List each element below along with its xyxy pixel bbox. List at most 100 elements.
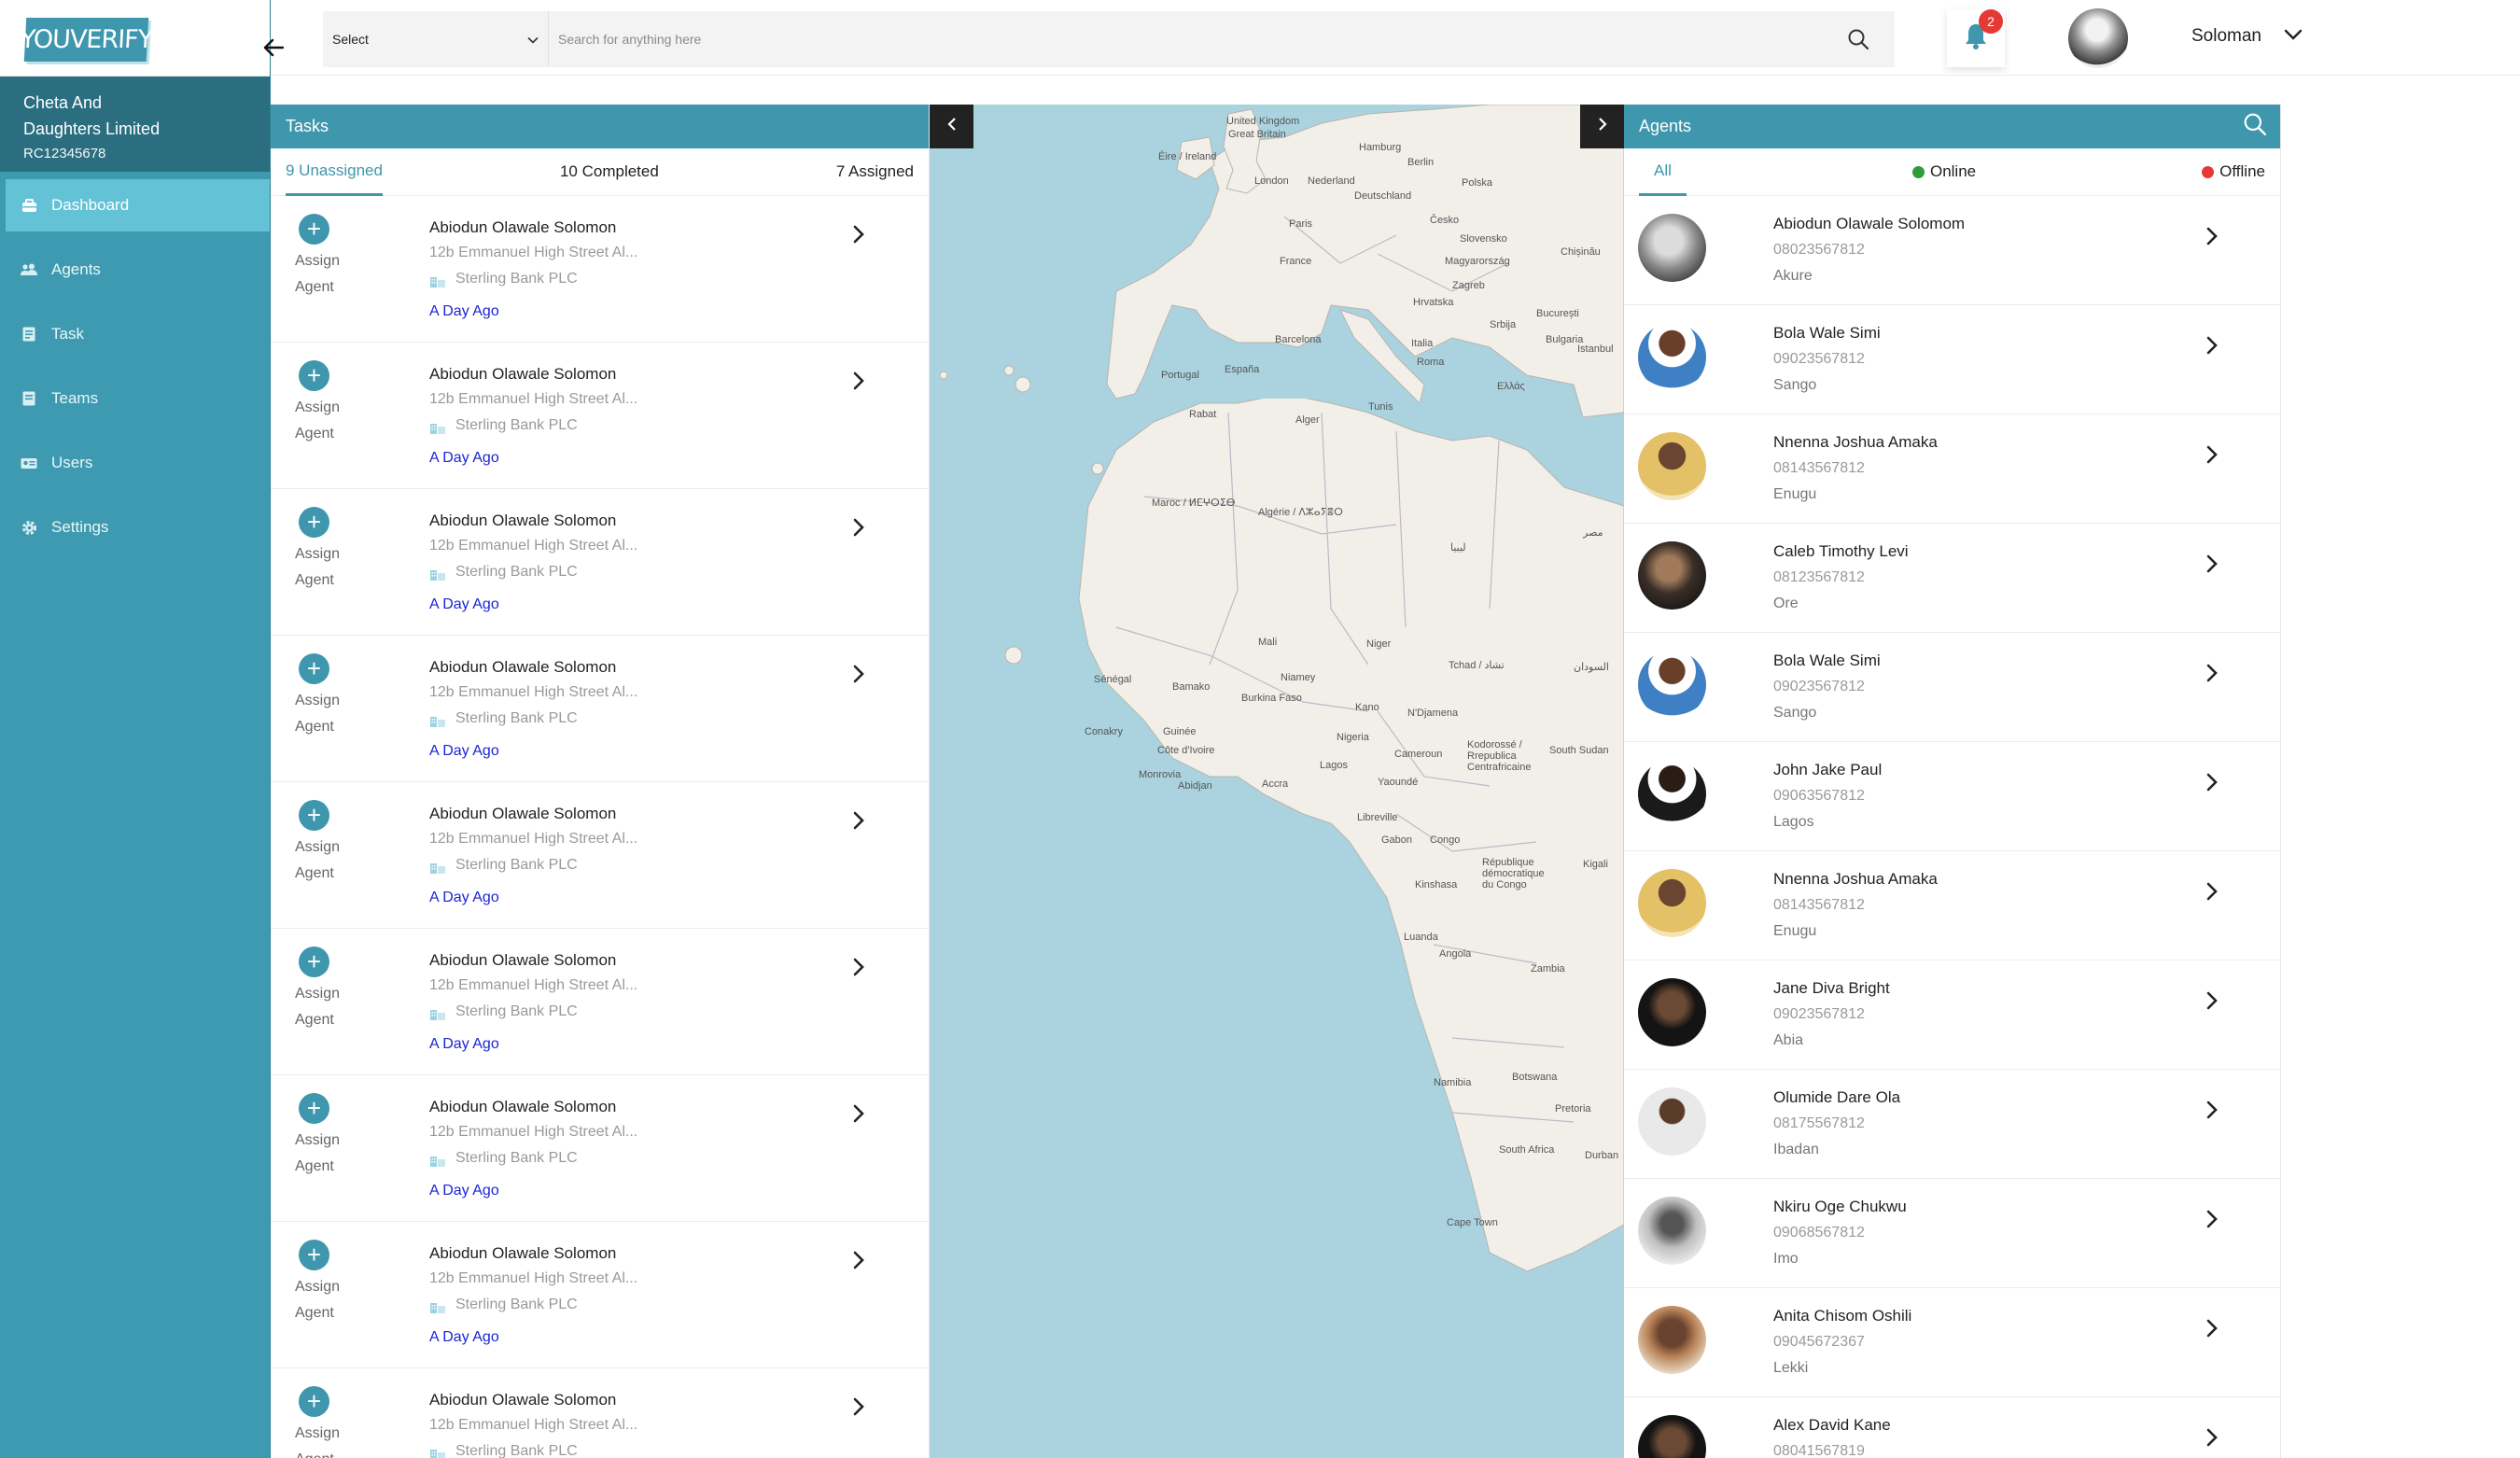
assign-agent[interactable]: + Assign Agent [295,1386,360,1458]
search-icon[interactable] [2243,112,2267,141]
task-row[interactable]: + Assign Agent Abiodun Olawale Solomon 12b E… [271,1075,929,1222]
plus-icon[interactable]: + [299,214,329,245]
chevron-right-icon[interactable] [845,1246,873,1274]
plus-icon[interactable]: + [299,1093,329,1124]
sidebar-item-task[interactable]: Task [0,308,270,360]
chevron-right-icon[interactable] [2198,441,2226,469]
filter-select[interactable]: Select [323,11,549,67]
task-row[interactable]: + Assign Agent Abiodun Olawale Solomon 12b E… [271,782,929,929]
assign-agent[interactable]: + Assign Agent [295,653,360,740]
agent-row[interactable]: Caleb Timothy Levi 08123567812 Ore [1624,524,2280,633]
plus-icon[interactable]: + [299,653,329,684]
map-label: Burkina Faso [1241,693,1302,704]
agent-row[interactable]: Alex David Kane 08041567819 [1624,1397,2280,1458]
plus-icon[interactable]: + [299,1386,329,1417]
collapse-agents-button[interactable] [1580,105,1624,148]
chevron-right-icon[interactable] [2198,1314,2226,1342]
chevron-right-icon[interactable] [2198,1423,2226,1451]
task-row[interactable]: + Assign Agent Abiodun Olawale Solomon 12b E… [271,929,929,1075]
assign-agent[interactable]: + Assign Agent [295,1240,360,1326]
back-arrow-icon[interactable] [258,32,289,63]
notification-button[interactable]: 2 [1947,9,2005,67]
assign-agent[interactable]: + Assign Agent [295,946,360,1033]
agent-row[interactable]: Jane Diva Bright 09023567812 Abia [1624,960,2280,1070]
task-row[interactable]: + Assign Agent Abiodun Olawale Solomon 12b E… [271,636,929,782]
agent-row[interactable]: Bola Wale Simi 09023567812 Sango [1624,633,2280,742]
chevron-right-icon[interactable] [845,953,873,981]
chevron-right-icon[interactable] [845,1100,873,1128]
task-row[interactable]: + Assign Agent Abiodun Olawale Solomon 12b E… [271,1222,929,1368]
chevron-right-icon[interactable] [2198,659,2226,687]
chevron-right-icon[interactable] [2198,1096,2226,1124]
sidebar-item-agents[interactable]: Agents [0,244,270,296]
user-avatar[interactable] [2068,8,2128,68]
task-address: 12b Emmanuel High Street Al... [429,245,638,260]
chevron-right-icon[interactable] [2198,222,2226,250]
agent-avatar [1638,760,1706,828]
agent-row[interactable]: Nnenna Joshua Amaka 08143567812 Enugu [1624,414,2280,524]
agent-row[interactable]: John Jake Paul 09063567812 Lagos [1624,742,2280,851]
chevron-right-icon[interactable] [2198,768,2226,796]
building-icon [429,712,446,727]
tab-all[interactable]: All [1639,148,1687,196]
chevron-right-icon[interactable] [845,367,873,395]
chevron-right-icon[interactable] [845,1393,873,1421]
task-row[interactable]: + Assign Agent Abiodun Olawale Solomon 12b E… [271,1368,929,1458]
chevron-right-icon[interactable] [2198,987,2226,1015]
chevron-right-icon[interactable] [845,806,873,834]
tab-completed[interactable]: 10 Completed [560,148,659,196]
assign-agent[interactable]: + Assign Agent [295,1093,360,1180]
org-rc-number: RC12345678 [23,146,106,161]
agent-list: Abiodun Olawale Solomom 08023567812 Akure B… [1624,196,2280,1458]
chevron-right-icon[interactable] [2198,1205,2226,1233]
map-label: Côte d'Ivoire [1157,745,1215,756]
sidebar-item-teams[interactable]: Teams [0,372,270,425]
tab-assigned[interactable]: 7 Assigned [836,148,914,196]
assign-agent[interactable]: + Assign Agent [295,800,360,887]
chevron-right-icon[interactable] [2198,550,2226,578]
chevron-down-icon[interactable] [2279,21,2307,49]
search-icon[interactable] [1844,25,1872,53]
task-row[interactable]: + Assign Agent Abiodun Olawale Solomon 12b E… [271,343,929,489]
user-name[interactable]: Soloman [2191,26,2261,47]
plus-icon[interactable]: + [299,1240,329,1270]
plus-icon[interactable]: + [299,507,329,538]
tab-online[interactable]: Online [1911,148,1976,196]
agent-row[interactable]: Anita Chisom Oshili 09045672367 Lekki [1624,1288,2280,1397]
youverify-logo[interactable]: YOUVERIFY [20,18,153,62]
tab-unassigned[interactable]: 9 Unassigned [286,148,383,196]
sidebar-item-dashboard[interactable]: Dashboard [6,179,270,231]
assign-agent[interactable]: + Assign Agent [295,507,360,594]
task-bank-name: Sterling Bank PLC [455,857,578,873]
chevron-right-icon[interactable] [845,513,873,541]
chevron-right-icon[interactable] [845,220,873,248]
collapse-tasks-button[interactable] [930,105,973,148]
task-row[interactable]: + Assign Agent Abiodun Olawale Solomon 12b E… [271,489,929,636]
agent-row[interactable]: Nnenna Joshua Amaka 08143567812 Enugu [1624,851,2280,960]
assign-agent[interactable]: + Assign Agent [295,360,360,447]
agent-row[interactable]: Bola Wale Simi 09023567812 Sango [1624,305,2280,414]
task-row[interactable]: + Assign Agent Abiodun Olawale Solomon 12b E… [271,196,929,343]
chevron-right-icon[interactable] [845,660,873,688]
sidebar-item-settings[interactable]: Settings [0,501,270,554]
search-input[interactable] [558,32,1844,47]
sidebar-item-users[interactable]: Users [0,437,270,489]
task-time: A Day Ago [429,596,499,612]
plus-icon[interactable]: + [299,360,329,391]
assign-agent[interactable]: + Assign Agent [295,214,360,301]
tab-offline[interactable]: Offline [2202,148,2265,196]
agent-row[interactable]: Olumide Dare Ola 08175567812 Ibadan [1624,1070,2280,1179]
task-info: Abiodun Olawale Solomon 12b Emmanuel High… [429,1096,637,1212]
agent-row[interactable]: Nkiru Oge Chukwu 09068567812 Imo [1624,1179,2280,1288]
map-label: Lagos [1320,760,1348,771]
map[interactable]: United Kingdom Great Britain Éire / Irel… [930,105,1624,1458]
tasks-header: Tasks [271,105,929,148]
plus-icon[interactable]: + [299,800,329,831]
online-status-dot [1911,165,1925,178]
plus-icon[interactable]: + [299,946,329,977]
chevron-right-icon[interactable] [2198,331,2226,359]
chevron-right-icon[interactable] [2198,877,2226,905]
agent-location: Ibadan [1773,1142,1819,1157]
agent-location: Abia [1773,1032,1804,1048]
agent-row[interactable]: Abiodun Olawale Solomom 08023567812 Akure [1624,196,2280,305]
